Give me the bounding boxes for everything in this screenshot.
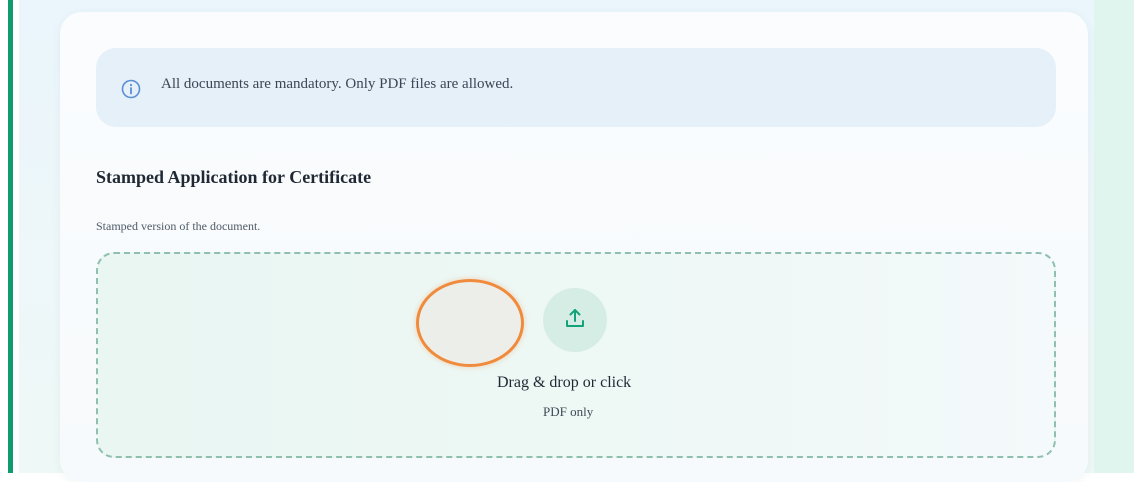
info-notice: All documents are mandatory. Only PDF fi…: [96, 48, 1056, 127]
notice-text: All documents are mandatory. Only PDF fi…: [161, 76, 514, 92]
right-side-panel: [1094, 0, 1134, 473]
section-description: Stamped version of the document.: [96, 219, 261, 233]
dropzone-label: Drag & drop or click: [497, 374, 632, 391]
info-circle-icon: [121, 79, 141, 99]
section-title: Stamped Application for Certificate: [96, 167, 372, 187]
upload-icon: [563, 306, 587, 335]
file-dropzone[interactable]: Drag & drop or click PDF only: [96, 252, 1056, 458]
dropzone-sublabel: PDF only: [543, 404, 594, 419]
upload-icon-badge: [543, 288, 607, 352]
